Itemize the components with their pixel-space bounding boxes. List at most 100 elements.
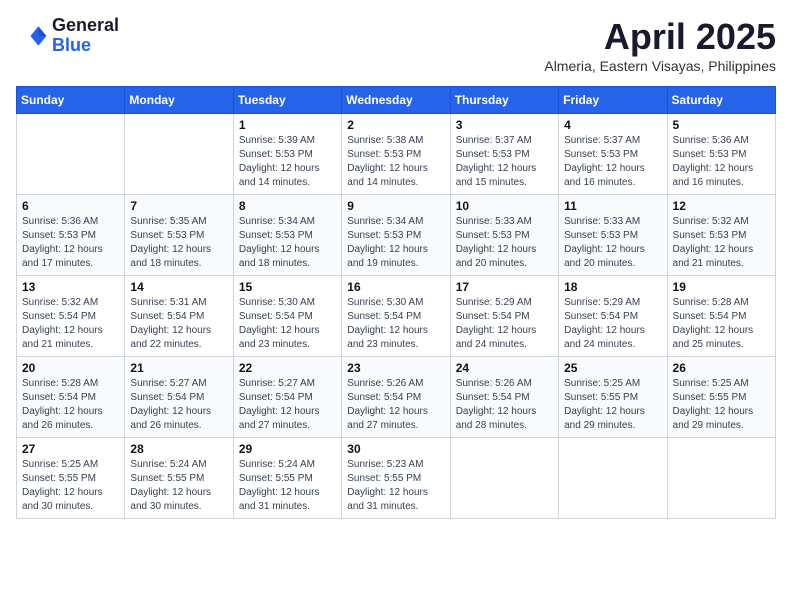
calendar-cell: 19 Sunrise: 5:28 AMSunset: 5:54 PMDayligh…	[667, 276, 775, 357]
day-number: 2	[347, 118, 444, 132]
header-friday: Friday	[559, 87, 667, 114]
day-number: 5	[673, 118, 770, 132]
day-number: 29	[239, 442, 336, 456]
day-info: Sunrise: 5:23 AMSunset: 5:55 PMDaylight:…	[347, 458, 444, 514]
day-info: Sunrise: 5:36 AMSunset: 5:53 PMDaylight:…	[22, 215, 119, 271]
day-info: Sunrise: 5:30 AMSunset: 5:54 PMDaylight:…	[347, 296, 444, 352]
day-number: 28	[130, 442, 227, 456]
day-number: 6	[22, 199, 119, 213]
day-info: Sunrise: 5:25 AMSunset: 5:55 PMDaylight:…	[564, 377, 661, 433]
day-number: 11	[564, 199, 661, 213]
day-info: Sunrise: 5:28 AMSunset: 5:54 PMDaylight:…	[673, 296, 770, 352]
calendar-cell: 13Sunrise: 5:32 AMSunset: 5:54 PMDayligh…	[17, 276, 125, 357]
day-number: 4	[564, 118, 661, 132]
calendar-cell: 8 Sunrise: 5:34 AMSunset: 5:53 PMDaylight…	[233, 195, 341, 276]
day-number: 15	[239, 280, 336, 294]
day-info: Sunrise: 5:33 AMSunset: 5:53 PMDaylight:…	[456, 215, 553, 271]
day-number: 27	[22, 442, 119, 456]
logo-icon	[16, 20, 48, 52]
calendar-cell: 15 Sunrise: 5:30 AMSunset: 5:54 PMDayligh…	[233, 276, 341, 357]
day-number: 18	[564, 280, 661, 294]
day-number: 9	[347, 199, 444, 213]
day-info: Sunrise: 5:25 AMSunset: 5:55 PMDaylight:…	[22, 458, 119, 514]
calendar-cell: 20Sunrise: 5:28 AMSunset: 5:54 PMDayligh…	[17, 357, 125, 438]
calendar-cell: 11 Sunrise: 5:33 AMSunset: 5:53 PMDayligh…	[559, 195, 667, 276]
day-info: Sunrise: 5:29 AMSunset: 5:54 PMDaylight:…	[564, 296, 661, 352]
day-number: 24	[456, 361, 553, 375]
logo-general: General	[52, 16, 119, 36]
calendar-cell: 17 Sunrise: 5:29 AMSunset: 5:54 PMDayligh…	[450, 276, 558, 357]
day-info: Sunrise: 5:39 AMSunset: 5:53 PMDaylight:…	[239, 134, 336, 190]
week-row-1: 1 Sunrise: 5:39 AMSunset: 5:53 PMDaylight…	[17, 114, 776, 195]
week-row-2: 6 Sunrise: 5:36 AMSunset: 5:53 PMDaylight…	[17, 195, 776, 276]
week-row-4: 20Sunrise: 5:28 AMSunset: 5:54 PMDayligh…	[17, 357, 776, 438]
day-info: Sunrise: 5:34 AMSunset: 5:53 PMDaylight:…	[347, 215, 444, 271]
day-info: Sunrise: 5:24 AMSunset: 5:55 PMDaylight:…	[239, 458, 336, 514]
header-monday: Monday	[125, 87, 233, 114]
calendar-cell: 5 Sunrise: 5:36 AMSunset: 5:53 PMDaylight…	[667, 114, 775, 195]
day-number: 3	[456, 118, 553, 132]
day-info: Sunrise: 5:24 AMSunset: 5:55 PMDaylight:…	[130, 458, 227, 514]
day-number: 30	[347, 442, 444, 456]
day-info: Sunrise: 5:32 AMSunset: 5:53 PMDaylight:…	[673, 215, 770, 271]
day-number: 10	[456, 199, 553, 213]
month-year: April 2025	[544, 16, 776, 58]
calendar-cell: 14Sunrise: 5:31 AMSunset: 5:54 PMDayligh…	[125, 276, 233, 357]
day-info: Sunrise: 5:29 AMSunset: 5:54 PMDaylight:…	[456, 296, 553, 352]
logo: General Blue	[16, 16, 119, 56]
header-sunday: Sunday	[17, 87, 125, 114]
calendar-cell: 27 Sunrise: 5:25 AMSunset: 5:55 PMDayligh…	[17, 438, 125, 519]
title-area: April 2025 Almeria, Eastern Visayas, Phi…	[544, 16, 776, 74]
day-number: 1	[239, 118, 336, 132]
day-info: Sunrise: 5:28 AMSunset: 5:54 PMDaylight:…	[22, 377, 119, 433]
day-number: 21	[130, 361, 227, 375]
calendar-cell: 26 Sunrise: 5:25 AMSunset: 5:55 PMDayligh…	[667, 357, 775, 438]
day-info: Sunrise: 5:36 AMSunset: 5:53 PMDaylight:…	[673, 134, 770, 190]
calendar-cell: 6 Sunrise: 5:36 AMSunset: 5:53 PMDaylight…	[17, 195, 125, 276]
calendar-cell	[17, 114, 125, 195]
calendar-cell: 23 Sunrise: 5:26 AMSunset: 5:54 PMDayligh…	[342, 357, 450, 438]
day-info: Sunrise: 5:34 AMSunset: 5:53 PMDaylight:…	[239, 215, 336, 271]
day-info: Sunrise: 5:30 AMSunset: 5:54 PMDaylight:…	[239, 296, 336, 352]
calendar-cell: 28 Sunrise: 5:24 AMSunset: 5:55 PMDayligh…	[125, 438, 233, 519]
day-info: Sunrise: 5:27 AMSunset: 5:54 PMDaylight:…	[239, 377, 336, 433]
day-number: 13	[22, 280, 119, 294]
header-wednesday: Wednesday	[342, 87, 450, 114]
day-number: 16	[347, 280, 444, 294]
calendar-cell: 16 Sunrise: 5:30 AMSunset: 5:54 PMDayligh…	[342, 276, 450, 357]
day-number: 17	[456, 280, 553, 294]
day-info: Sunrise: 5:31 AMSunset: 5:54 PMDaylight:…	[130, 296, 227, 352]
logo-blue: Blue	[52, 36, 119, 56]
day-number: 26	[673, 361, 770, 375]
header-thursday: Thursday	[450, 87, 558, 114]
week-row-5: 27 Sunrise: 5:25 AMSunset: 5:55 PMDayligh…	[17, 438, 776, 519]
day-number: 7	[130, 199, 227, 213]
calendar-cell: 22 Sunrise: 5:27 AMSunset: 5:54 PMDayligh…	[233, 357, 341, 438]
header-saturday: Saturday	[667, 87, 775, 114]
logo-text: General Blue	[52, 16, 119, 56]
calendar-cell: 4Sunrise: 5:37 AMSunset: 5:53 PMDaylight…	[559, 114, 667, 195]
calendar-table: SundayMondayTuesdayWednesdayThursdayFrid…	[16, 86, 776, 519]
calendar-cell: 29 Sunrise: 5:24 AMSunset: 5:55 PMDayligh…	[233, 438, 341, 519]
day-info: Sunrise: 5:37 AMSunset: 5:53 PMDaylight:…	[456, 134, 553, 190]
page-header: General Blue April 2025 Almeria, Eastern…	[16, 16, 776, 74]
calendar-cell	[450, 438, 558, 519]
day-number: 12	[673, 199, 770, 213]
day-number: 22	[239, 361, 336, 375]
day-number: 8	[239, 199, 336, 213]
day-number: 23	[347, 361, 444, 375]
day-number: 19	[673, 280, 770, 294]
location: Almeria, Eastern Visayas, Philippines	[544, 58, 776, 74]
calendar-cell	[559, 438, 667, 519]
day-info: Sunrise: 5:25 AMSunset: 5:55 PMDaylight:…	[673, 377, 770, 433]
day-info: Sunrise: 5:33 AMSunset: 5:53 PMDaylight:…	[564, 215, 661, 271]
calendar-cell: 3 Sunrise: 5:37 AMSunset: 5:53 PMDaylight…	[450, 114, 558, 195]
calendar-header-row: SundayMondayTuesdayWednesdayThursdayFrid…	[17, 87, 776, 114]
day-info: Sunrise: 5:26 AMSunset: 5:54 PMDaylight:…	[347, 377, 444, 433]
calendar-cell	[125, 114, 233, 195]
day-info: Sunrise: 5:27 AMSunset: 5:54 PMDaylight:…	[130, 377, 227, 433]
calendar-cell: 2Sunrise: 5:38 AMSunset: 5:53 PMDaylight…	[342, 114, 450, 195]
calendar-cell: 25Sunrise: 5:25 AMSunset: 5:55 PMDayligh…	[559, 357, 667, 438]
calendar-cell	[667, 438, 775, 519]
calendar-cell: 18 Sunrise: 5:29 AMSunset: 5:54 PMDayligh…	[559, 276, 667, 357]
